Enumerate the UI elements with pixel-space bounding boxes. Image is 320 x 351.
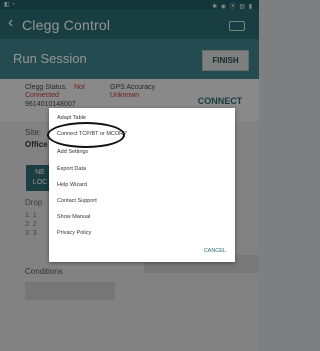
menu-item-contact-support[interactable]: Contact Support <box>57 198 97 204</box>
menu-item-adapt-table[interactable]: Adapt Table <box>57 115 86 121</box>
menu-item-add-settings[interactable]: Add Settings <box>57 149 88 155</box>
menu-item-show-manual[interactable]: Show Manual <box>57 214 90 220</box>
app-screen: ◧ ◔ ✱ ◉ ⦿ ▥ ▮ ‹ Clegg Control Run Sessio… <box>0 0 259 351</box>
highlight-circle <box>47 122 125 148</box>
menu-item-help-wizard[interactable]: Help Wizard <box>57 182 87 188</box>
cancel-button[interactable]: CANCEL <box>204 248 226 254</box>
menu-item-export-data[interactable]: Export Data <box>57 166 86 172</box>
menu-item-privacy-policy[interactable]: Privacy Policy <box>57 230 91 236</box>
